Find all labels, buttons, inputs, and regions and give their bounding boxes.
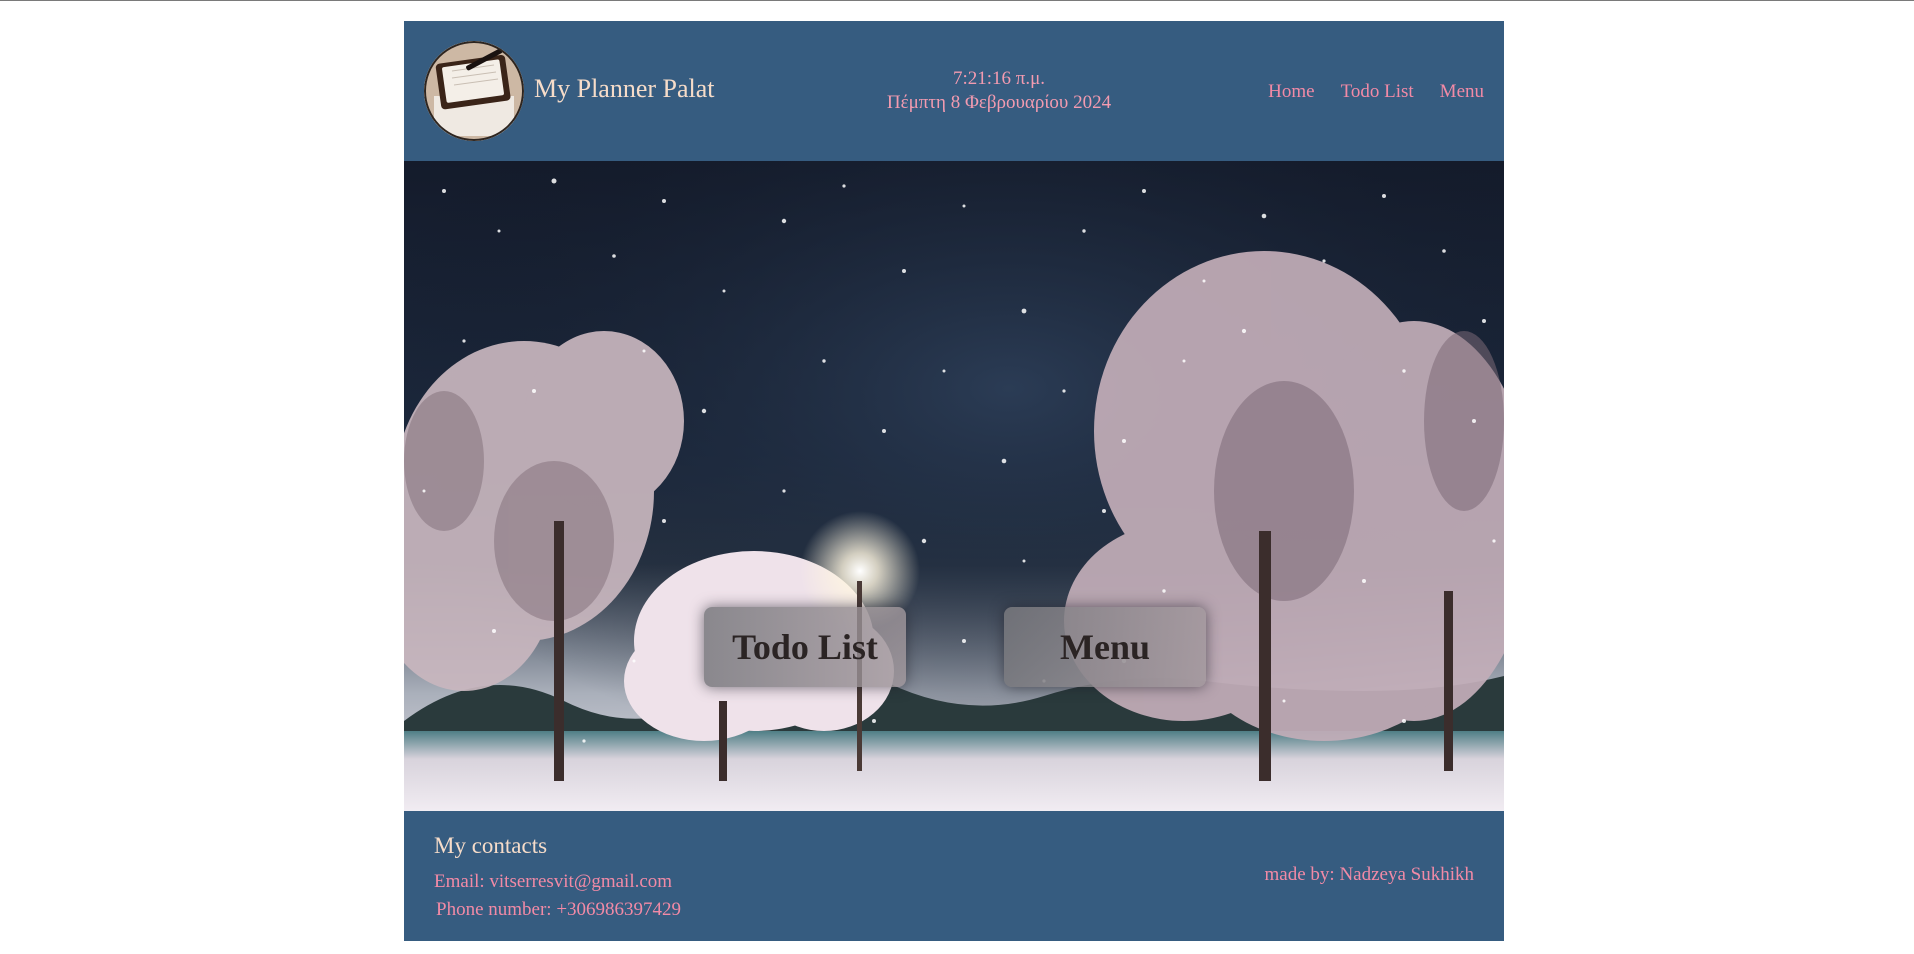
page-container: My Planner Palat 7:21:16 π.μ. Πέμπτη 8 Φ…	[404, 21, 1504, 941]
snowy-park-background	[404, 161, 1504, 811]
hero-section: Todo List Menu	[404, 161, 1504, 811]
author-credit: made by: Nadzeya Sukhikh	[1264, 864, 1474, 885]
main-nav: Home Todo List Menu	[1268, 81, 1484, 103]
site-footer: My contacts Email: vitserresvit@gmail.co…	[404, 811, 1504, 941]
top-divider	[0, 0, 1914, 1]
site-header: My Planner Palat 7:21:16 π.μ. Πέμπτη 8 Φ…	[404, 21, 1504, 161]
nav-home-link[interactable]: Home	[1268, 81, 1314, 103]
contacts-heading: My contacts	[434, 833, 548, 858]
site-title: My Planner Palat	[534, 74, 715, 103]
live-clock: 7:21:16 π.μ. Πέμπτη 8 Φεβρουαρίου 2024	[834, 67, 1164, 115]
clock-date: Πέμπτη 8 Φεβρουαρίου 2024	[886, 92, 1112, 113]
menu-button[interactable]: Menu	[1004, 607, 1206, 687]
todo-list-button[interactable]: Todo List	[704, 607, 906, 687]
clock-time: 7:21:16 π.μ.	[952, 68, 1046, 89]
planner-book-icon	[424, 41, 524, 141]
nav-menu-link[interactable]: Menu	[1440, 81, 1484, 103]
contact-email[interactable]: Email: vitserresvit@gmail.com	[434, 871, 672, 893]
planner-logo	[424, 41, 524, 141]
contact-phone: Phone number: +306986397429	[436, 899, 682, 920]
nav-todo-list-link[interactable]: Todo List	[1341, 81, 1414, 103]
